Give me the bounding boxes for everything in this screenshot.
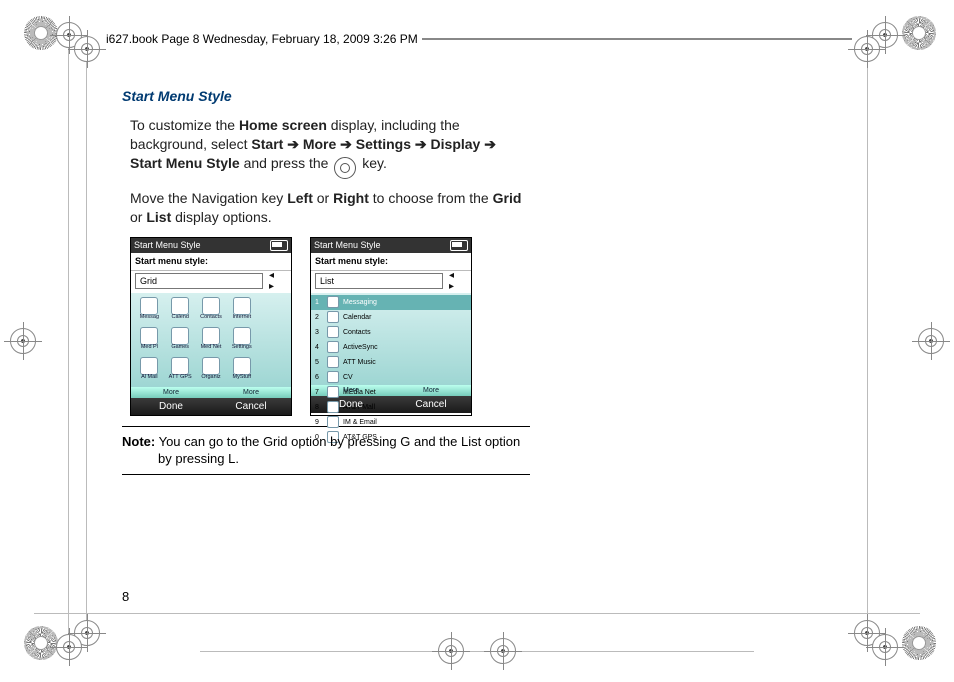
app-icon: Calend (167, 297, 194, 321)
field-value: List (315, 273, 443, 289)
note-block: Note: You can go to the Grid option by p… (122, 426, 530, 475)
left-right-arrows-icon: ◂ ▸ (269, 274, 287, 288)
left-right-arrows-icon: ◂ ▸ (449, 274, 467, 288)
softkey-cancel: Cancel (211, 398, 291, 415)
list-item: 6CV (311, 370, 471, 385)
battery-icon (270, 240, 288, 251)
document-header: i627.book Page 8 Wednesday, February 18,… (102, 24, 852, 54)
phone-field: Grid ◂ ▸ (131, 271, 291, 293)
paragraph-2: Move the Navigation key Left or Right to… (130, 189, 530, 227)
grid-preview: MessagCalendContactsInternetMed PlGamesM… (131, 293, 291, 387)
list-item: 3Contacts (311, 325, 471, 340)
field-value: Grid (135, 273, 263, 289)
document-page: i627.book Page 8 Wednesday, February 18,… (0, 0, 954, 682)
crop-mark (918, 328, 944, 354)
crop-mark (438, 638, 464, 664)
registration-medallion (902, 626, 936, 660)
crop-mark (490, 638, 516, 664)
guide-line (867, 48, 868, 634)
app-icon: Settings (228, 327, 255, 351)
app-icon: Messag (136, 297, 163, 321)
app-icon: Organiz (198, 357, 225, 381)
phone-field: List ◂ ▸ (311, 271, 471, 293)
crop-mark (74, 620, 100, 646)
section-title: Start Menu Style (122, 88, 530, 104)
crop-mark (854, 36, 880, 62)
header-rule (422, 38, 852, 40)
app-icon: Med Pl (136, 327, 163, 351)
crop-mark (10, 328, 36, 354)
guide-line (200, 651, 754, 652)
list-preview: 1Messaging2Calendar3Contacts4ActiveSync5… (311, 293, 471, 385)
app-icon: Med Net (198, 327, 225, 351)
center-key-icon (334, 157, 356, 179)
crop-mark (854, 620, 880, 646)
paragraph-1: To customize the Home screen display, in… (130, 116, 530, 179)
app-icon: ATT GPS (167, 357, 194, 381)
soft-keys: Done Cancel (131, 398, 291, 415)
content-column: Start Menu Style To customize the Home s… (122, 88, 530, 475)
registration-medallion (24, 16, 58, 50)
phone-subheader: Start menu style: (131, 253, 291, 271)
list-item: 2Calendar (311, 310, 471, 325)
softkey-cancel: Cancel (391, 396, 471, 413)
phone-titlebar: Start Menu Style (311, 238, 471, 253)
page-number: 8 (122, 589, 129, 604)
phone-titlebar: Start Menu Style (131, 238, 291, 253)
soft-keys: Done Cancel (311, 396, 471, 413)
app-icon: Al Mail (136, 357, 163, 381)
phone-subheader: Start menu style: (311, 253, 471, 271)
guide-line (34, 613, 920, 614)
grid-footer: More More (131, 387, 291, 398)
phone-screenshot-grid: Start Menu Style Start menu style: Grid … (130, 237, 292, 416)
battery-icon (450, 240, 468, 251)
app-icon: Games (167, 327, 194, 351)
crop-mark (872, 22, 898, 48)
screenshot-row: Start Menu Style Start menu style: Grid … (130, 237, 530, 416)
app-icon: MyStuff (228, 357, 255, 381)
registration-medallion (902, 16, 936, 50)
list-item: 1Messaging (311, 295, 471, 310)
registration-medallion (24, 626, 58, 660)
phone-screenshot-list: Start Menu Style Start menu style: List … (310, 237, 472, 416)
header-text: i627.book Page 8 Wednesday, February 18,… (102, 32, 422, 46)
guide-line (68, 34, 69, 648)
crop-mark (872, 634, 898, 660)
app-icon: Contacts (198, 297, 225, 321)
crop-mark (56, 22, 82, 48)
softkey-done: Done (311, 396, 391, 413)
app-icon: Internet (228, 297, 255, 321)
list-item: 9IM & Email (311, 415, 471, 430)
list-item: 5ATT Music (311, 355, 471, 370)
softkey-done: Done (131, 398, 211, 415)
guide-line (86, 48, 87, 634)
crop-mark (74, 36, 100, 62)
list-item: 4ActiveSync (311, 340, 471, 355)
crop-mark (56, 634, 82, 660)
